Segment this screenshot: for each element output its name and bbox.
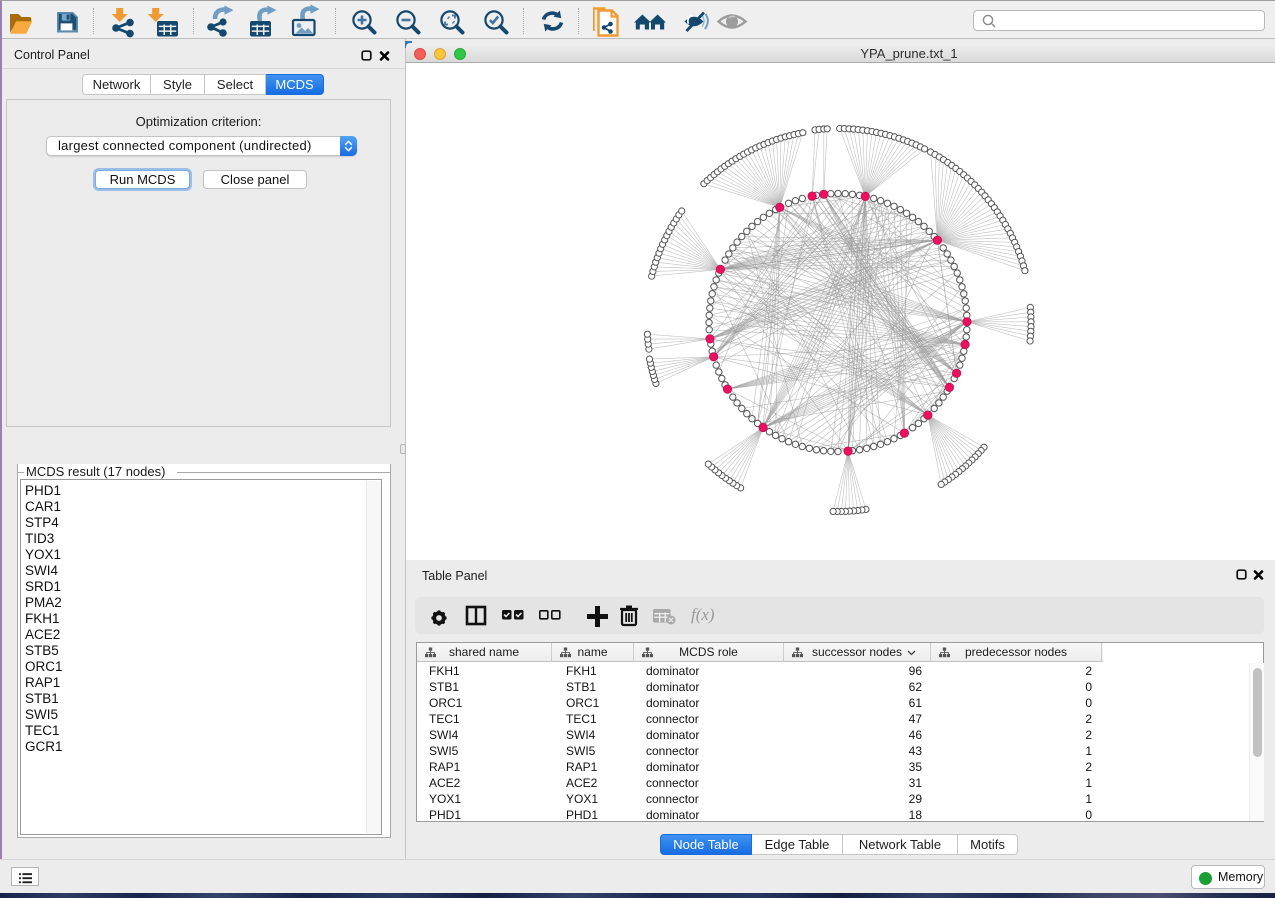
svg-text:f(x): f(x) bbox=[691, 605, 715, 624]
